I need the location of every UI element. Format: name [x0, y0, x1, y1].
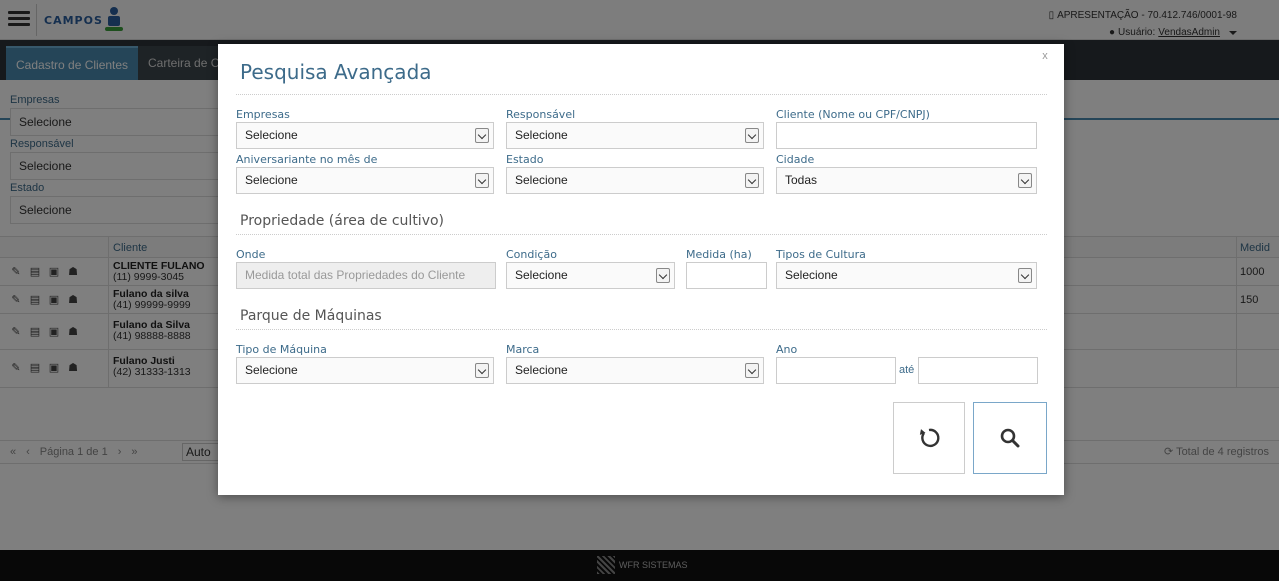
aniversariante-select[interactable]: Selecione: [236, 167, 494, 194]
divider: [236, 94, 1047, 95]
chevron-down-icon: [475, 363, 489, 378]
ate-label: até: [899, 364, 915, 376]
ano-to-input[interactable]: [918, 357, 1038, 384]
reset-icon: [919, 428, 940, 448]
medida-label: Medida (ha): [686, 248, 752, 261]
cliente-label: Cliente (Nome ou CPF/CNPJ): [776, 108, 930, 121]
tipo-maquina-label: Tipo de Máquina: [236, 343, 327, 356]
tipo-maquina-value: Selecione: [245, 363, 298, 377]
modal-title: Pesquisa Avançada: [240, 60, 432, 84]
cidade-value: Todas: [785, 173, 818, 187]
estado-value: Selecione: [515, 173, 568, 187]
empresas-label: Empresas: [236, 108, 290, 121]
divider: [236, 234, 1047, 235]
chevron-down-icon: [475, 128, 489, 143]
marca-select[interactable]: Selecione: [506, 357, 764, 384]
empresas-select[interactable]: Selecione: [236, 122, 494, 149]
chevron-down-icon: [745, 128, 759, 143]
chevron-down-icon: [745, 363, 759, 378]
empresas-value: Selecione: [245, 128, 298, 142]
cliente-input[interactable]: [776, 122, 1037, 149]
tipos-cultura-label: Tipos de Cultura: [776, 248, 866, 261]
aniversariante-label: Aniversariante no mês de: [236, 153, 378, 166]
search-button[interactable]: [973, 402, 1047, 474]
condicao-label: Condição: [506, 248, 557, 261]
tipos-cultura-select[interactable]: Selecione: [776, 262, 1037, 289]
divider: [236, 329, 1047, 330]
onde-input: Medida total das Propriedades do Cliente: [236, 262, 496, 289]
cidade-label: Cidade: [776, 153, 815, 166]
condicao-select[interactable]: Selecione: [506, 262, 675, 289]
propriedade-section-title: Propriedade (área de cultivo): [240, 213, 445, 229]
onde-label: Onde: [236, 248, 266, 261]
tipo-maquina-select[interactable]: Selecione: [236, 357, 494, 384]
chevron-down-icon: [475, 173, 489, 188]
close-icon[interactable]: x: [1038, 50, 1052, 64]
estado-select[interactable]: Selecione: [506, 167, 764, 194]
responsavel-select[interactable]: Selecione: [506, 122, 764, 149]
marca-value: Selecione: [515, 363, 568, 377]
chevron-down-icon: [1018, 173, 1032, 188]
medida-input[interactable]: [686, 262, 767, 289]
estado-label: Estado: [506, 153, 544, 166]
marca-label: Marca: [506, 343, 540, 356]
chevron-down-icon: [656, 268, 670, 283]
tipos-cultura-value: Selecione: [785, 268, 838, 282]
chevron-down-icon: [1018, 268, 1032, 283]
ano-label: Ano: [776, 343, 798, 356]
cidade-select[interactable]: Todas: [776, 167, 1037, 194]
reset-button[interactable]: [893, 402, 965, 474]
responsavel-value: Selecione: [515, 128, 568, 142]
advanced-search-modal: x Pesquisa Avançada Empresas Selecione R…: [218, 44, 1064, 495]
responsavel-label: Responsável: [506, 108, 576, 121]
chevron-down-icon: [745, 173, 759, 188]
condicao-value: Selecione: [515, 268, 568, 282]
search-icon: [1000, 428, 1020, 448]
ano-from-input[interactable]: [776, 357, 896, 384]
aniversariante-value: Selecione: [245, 173, 298, 187]
parque-section-title: Parque de Máquinas: [240, 308, 382, 324]
